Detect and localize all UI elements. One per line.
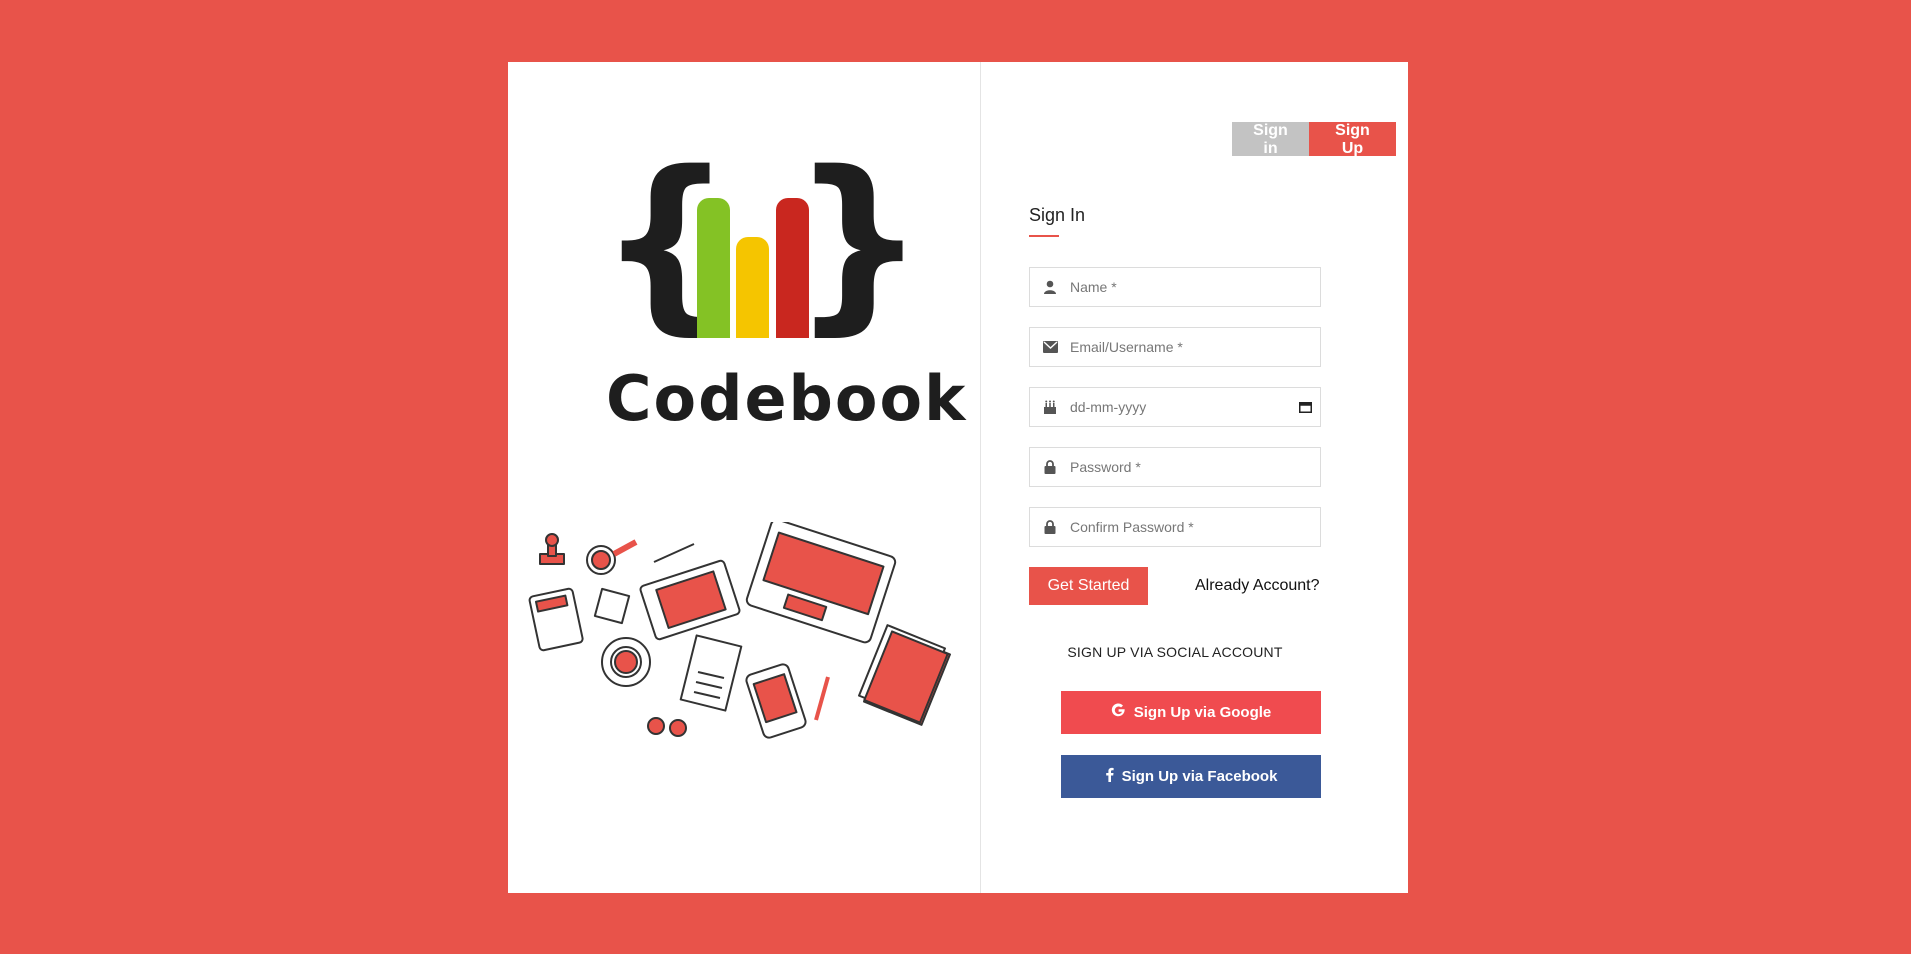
codebook-logo: { } Codebook (556, 131, 965, 435)
braces-books-icon: { } (598, 131, 926, 352)
google-icon (1111, 703, 1126, 722)
email-field (1029, 327, 1321, 367)
calendar-icon[interactable] (1290, 401, 1320, 413)
name-field (1029, 267, 1321, 307)
sign-up-tab[interactable]: Sign Up (1309, 122, 1396, 157)
brand-panel: { } Codebook (508, 62, 981, 893)
birthday-cake-icon (1030, 400, 1070, 414)
birthdate-field (1029, 387, 1321, 427)
google-signup-button[interactable]: Sign Up via Google (1061, 691, 1321, 734)
confirm-password-input[interactable] (1070, 508, 1320, 546)
password-field (1029, 447, 1321, 487)
logo-wordmark: Codebook (606, 362, 968, 435)
email-input[interactable] (1070, 328, 1320, 366)
title-underline (1029, 235, 1059, 237)
form-title: Sign In (1029, 205, 1086, 225)
google-button-label: Sign Up via Google (1133, 704, 1272, 721)
social-signup-heading: SIGN UP VIA SOCIAL ACCOUNT (1067, 644, 1283, 660)
envelope-icon (1030, 341, 1070, 353)
get-started-button[interactable]: Get Started (1029, 567, 1148, 605)
birthdate-input[interactable] (1070, 388, 1290, 426)
form-panel: Sign in Sign Up Sign In Name * Email/Use… (981, 62, 1408, 893)
workspace-illustration (526, 518, 966, 742)
already-account-link[interactable]: Already Account? (1195, 577, 1320, 595)
facebook-button-label: Sign Up via Facebook (1121, 768, 1278, 785)
auth-mode-toggle: Sign in Sign Up (1232, 122, 1396, 157)
confirm-password-field (1029, 507, 1321, 547)
name-input[interactable] (1070, 268, 1320, 306)
facebook-icon (1105, 767, 1114, 786)
sign-in-tab[interactable]: Sign in (1232, 122, 1309, 157)
password-input[interactable] (1070, 448, 1320, 486)
lock-icon (1030, 460, 1070, 474)
svg-text:}: } (791, 132, 926, 352)
lock-icon (1030, 520, 1070, 534)
user-icon (1030, 280, 1070, 294)
auth-card: { } Codebook Sign in Sign Up Sign In Nam… (508, 62, 1408, 893)
facebook-signup-button[interactable]: Sign Up via Facebook (1061, 755, 1321, 798)
